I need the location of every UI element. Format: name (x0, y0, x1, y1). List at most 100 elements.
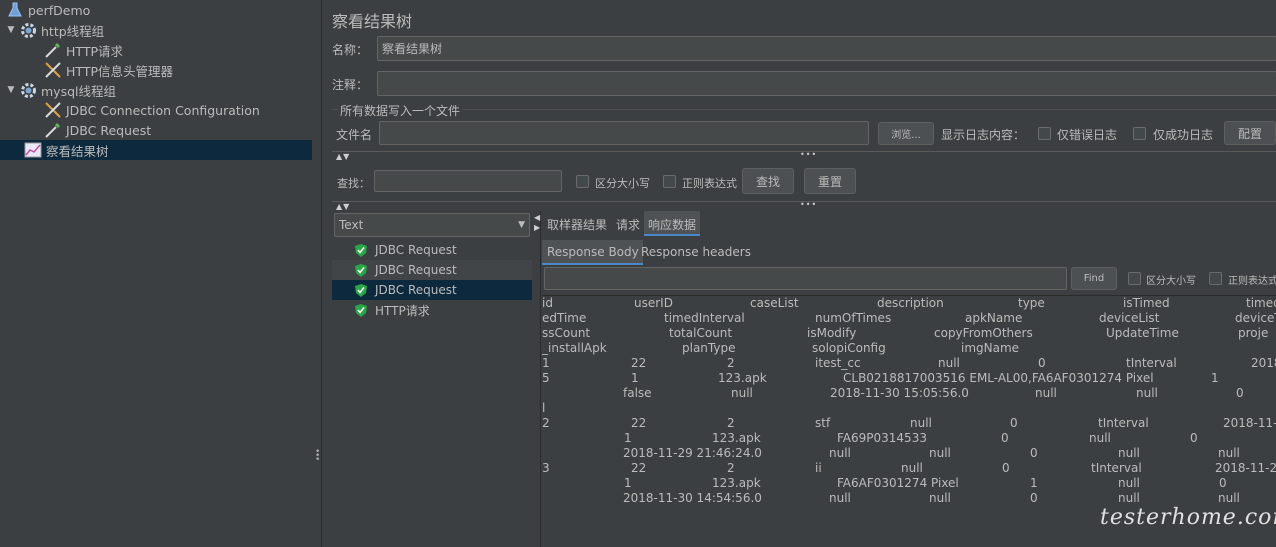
response-text: 0 (1190, 431, 1198, 445)
reset-button[interactable]: 重置 (804, 168, 856, 194)
errors-only-checkbox[interactable] (1038, 127, 1051, 140)
response-text: 0 (1236, 386, 1244, 400)
tree-item-http-header-manager[interactable]: HTTP信息头管理器 (0, 60, 312, 80)
gear-icon (19, 21, 37, 39)
response-text: edTime (542, 311, 587, 325)
filename-field[interactable] (379, 121, 869, 145)
chevron-down-icon: ▼ (518, 220, 525, 230)
tab-request[interactable]: 请求 (616, 216, 640, 233)
response-text: itest_cc (815, 356, 861, 370)
response-text: 22 (631, 416, 647, 430)
tree-item-mysql-thread-group[interactable]: ▼ mysql线程组 (0, 80, 312, 100)
browse-button[interactable]: 浏览... (878, 122, 934, 145)
success-only-checkbox[interactable] (1133, 127, 1146, 140)
tree-item-view-results-tree[interactable]: 察看结果树 (0, 140, 312, 160)
response-text: null (910, 416, 932, 430)
body-search-input[interactable] (544, 267, 1067, 290)
response-text: 0 (1001, 431, 1009, 445)
response-text: caseList (750, 296, 799, 310)
tab-response-body[interactable]: Response Body (542, 240, 643, 265)
body-find-button[interactable]: Find (1071, 267, 1117, 290)
response-text: 123.apk (718, 371, 767, 385)
regex-checkbox[interactable] (663, 175, 676, 188)
result-list-panel: Text ▼ JDBC Request JDBC Request JDBC Re… (332, 211, 532, 547)
collapse-arrows-icon[interactable]: ▲▼ (336, 202, 350, 211)
page-title: 察看结果树 (332, 12, 413, 31)
response-text: null (829, 446, 851, 460)
chart-icon (24, 141, 42, 159)
find-button[interactable]: 查找 (742, 168, 794, 194)
expand-arrow-icon[interactable]: ▼ (6, 25, 16, 35)
tree-item-jdbc-connection-config[interactable]: JDBC Connection Configuration (0, 100, 312, 120)
check-shield-icon (352, 261, 370, 279)
body-case-checkbox[interactable] (1128, 272, 1141, 285)
body-case-label: 区分大小写 (1146, 276, 1196, 287)
result-item-label: JDBC Request (375, 243, 457, 257)
response-text: deviceList (1099, 311, 1160, 325)
configure-button[interactable]: 配置 (1224, 121, 1276, 145)
body-regex-checkbox[interactable] (1209, 272, 1222, 285)
response-text: copyFromOthers (934, 326, 1033, 340)
result-item[interactable]: JDBC Request (332, 260, 532, 280)
tab-sampler-result[interactable]: 取样器结果 (547, 216, 607, 233)
response-text: null (1136, 386, 1158, 400)
collapse-arrows-icon[interactable]: ▲▼ (336, 152, 350, 161)
response-text: 0 (1030, 446, 1038, 460)
response-text: totalCount (669, 326, 733, 340)
pipette-icon (44, 121, 62, 139)
response-text: 1 (542, 356, 550, 370)
result-item[interactable]: JDBC Request (332, 240, 532, 260)
filename-label: 文件名 (336, 128, 373, 142)
tab-response-data[interactable]: 响应数据 (644, 211, 701, 236)
response-text: 2 (727, 461, 735, 475)
response-text: null (901, 461, 923, 475)
tree-item-perfdemo[interactable]: perfDemo (0, 0, 312, 20)
result-item-label: HTTP请求 (375, 303, 430, 318)
split-pane-divider[interactable]: ◀ ▶ (532, 211, 541, 547)
response-text: FA6AF0301274 Pixel (837, 476, 959, 490)
response-text: null (1118, 446, 1140, 460)
tree-item-jdbc-request[interactable]: JDBC Request (0, 120, 312, 140)
response-text: isTimed (1123, 296, 1170, 310)
split-pane-divider[interactable]: • • • (312, 0, 322, 547)
response-text: numOfTimes (815, 311, 892, 325)
response-text: null (929, 446, 951, 460)
errors-only-label: 仅错误日志 (1057, 128, 1118, 142)
view-results-tree-panel: 察看结果树 名称： 注释： 所有数据写入一个文件 文件名 浏览... 显示日志内… (322, 0, 1276, 547)
search-input[interactable] (374, 170, 562, 192)
result-item[interactable]: HTTP请求 (332, 300, 532, 320)
comment-field[interactable] (377, 71, 1276, 96)
gear-icon (19, 81, 37, 99)
tree-item-http-request[interactable]: HTTP请求 (0, 40, 312, 60)
renderer-select[interactable]: Text ▼ (334, 213, 530, 237)
response-text: 22 (631, 356, 647, 370)
grip-icon[interactable]: ••• (800, 150, 817, 159)
response-text: false (623, 386, 652, 400)
tools-icon (44, 61, 62, 79)
file-group-label: 所有数据写入一个文件 (338, 102, 463, 119)
tree-item-label: mysql线程组 (41, 83, 116, 99)
response-text: stf (815, 416, 831, 430)
response-text: 2018-11-30 15:05:56.0 (830, 386, 969, 400)
tab-response-headers[interactable]: Response headers (641, 245, 751, 259)
name-field[interactable] (377, 36, 1276, 61)
response-text: FA69P0314533 (837, 431, 927, 445)
response-text: 2 (542, 416, 550, 430)
response-text: l (542, 401, 546, 415)
response-text: 2 (727, 356, 735, 370)
response-text: type (1018, 296, 1045, 310)
response-text: 2018-11-26 (1215, 461, 1276, 475)
grip-icon[interactable]: ••• (800, 200, 817, 209)
result-item[interactable]: JDBC Request (332, 280, 532, 300)
tree-item-label: JDBC Connection Configuration (66, 102, 260, 118)
response-text: 123.apk (712, 476, 761, 490)
response-text: null (1089, 431, 1111, 445)
collapse-arrows-icon[interactable]: ◀ ▶ (534, 213, 541, 233)
case-sensitive-checkbox[interactable] (576, 175, 589, 188)
tree-item-http-thread-group[interactable]: ▼ http线程组 (0, 20, 312, 40)
response-text: description (877, 296, 944, 310)
response-text: null (731, 386, 753, 400)
expand-arrow-icon[interactable]: ▼ (6, 85, 16, 95)
response-text: null (938, 356, 960, 370)
body-regex-label: 正则表达式 (1228, 276, 1276, 287)
